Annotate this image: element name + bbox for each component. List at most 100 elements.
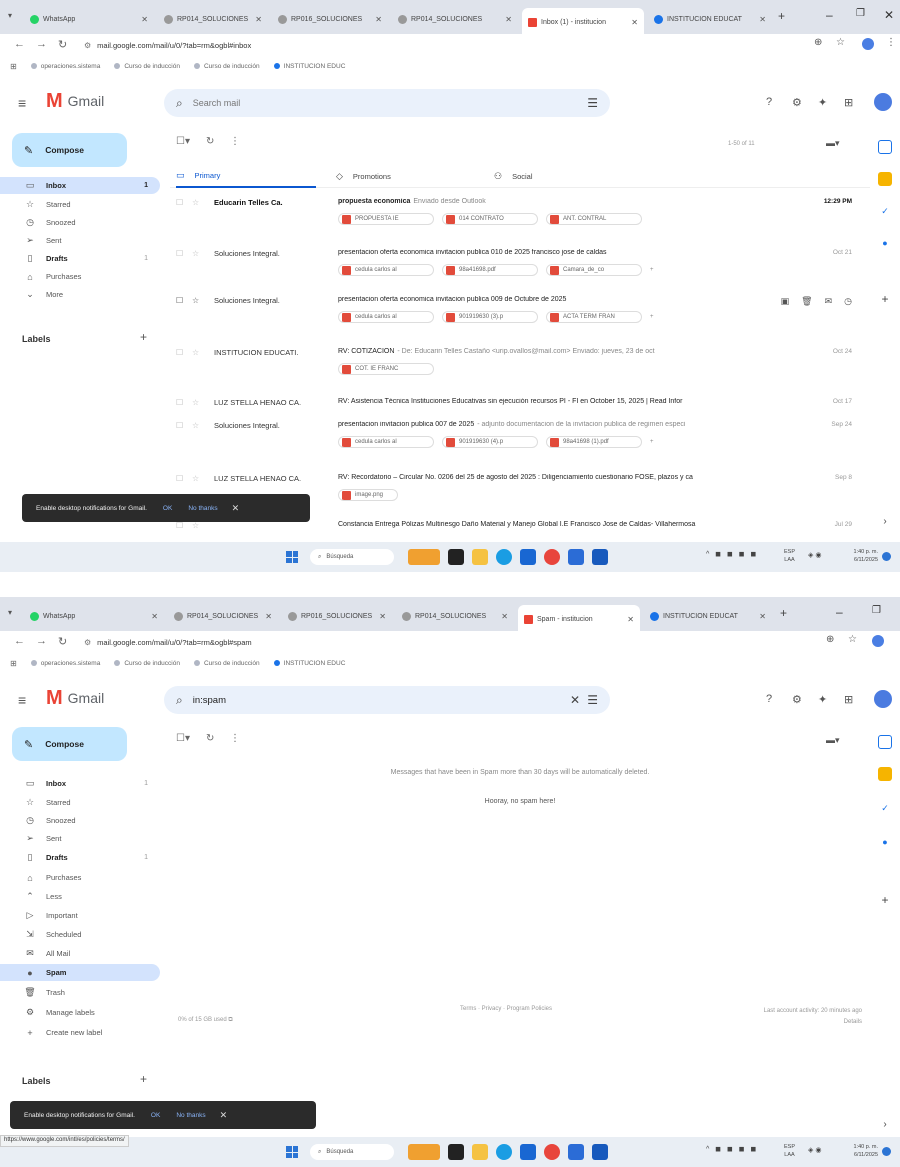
row-checkbox[interactable]: ☐ xyxy=(176,348,183,357)
nav-trash[interactable]: 🗑 Trash xyxy=(0,984,160,1001)
nav-less[interactable]: ⌃ Less xyxy=(0,888,160,905)
main-menu-icon[interactable]: ≡ xyxy=(18,95,26,111)
attachment-chip[interactable]: 98a41698.pdf xyxy=(442,264,538,276)
calendar-icon[interactable] xyxy=(878,140,892,154)
attachment-chip[interactable]: ACTA TERM FRAN xyxy=(546,311,642,323)
profile-avatar[interactable] xyxy=(862,38,874,50)
browser-tab[interactable]: INSTITUCION EDUCAT ✕ xyxy=(648,10,772,28)
forward-arrow-icon[interactable]: → xyxy=(36,635,47,647)
browser-tab[interactable]: RP014_SOLUCIONES ✕ xyxy=(158,10,268,28)
email-row-hovered[interactable]: ☐ ☆ Soluciones Integral. presentacion ofe… xyxy=(170,296,860,336)
extension-icon[interactable]: ⊕ xyxy=(814,37,822,48)
chrome-icon[interactable] xyxy=(544,1144,560,1160)
bookmark-star-icon[interactable]: ☆ xyxy=(836,37,845,48)
browser-tab[interactable]: RP014_SOLUCIONES ✕ xyxy=(396,607,514,625)
row-checkbox[interactable]: ☐ xyxy=(176,521,183,530)
search-options-icon[interactable]: ☰ xyxy=(587,96,598,110)
minimize-icon[interactable]: – xyxy=(836,605,843,619)
edge-icon[interactable] xyxy=(496,1144,512,1160)
keep-icon[interactable] xyxy=(878,767,892,781)
tasks-icon[interactable]: ✓ xyxy=(878,801,892,815)
search-bar[interactable]: ⌕ in:spam ✕ ☰ xyxy=(164,686,610,714)
browser-tab[interactable]: INSTITUCION EDUCAT ✕ xyxy=(644,607,772,625)
nav-drafts[interactable]: ▯ Drafts 1 xyxy=(0,250,160,267)
attachment-chip[interactable]: 98a41698 (1).pdf xyxy=(546,436,642,448)
wifi-volume-icon[interactable]: ◈ ◉ xyxy=(808,1146,821,1154)
close-icon[interactable]: ✕ xyxy=(151,612,164,621)
settings-gear-icon[interactable]: ⚙ xyxy=(792,693,802,706)
nav-more[interactable]: ⌄ More xyxy=(0,286,160,303)
toast-no-thanks-button[interactable]: No thanks xyxy=(176,1112,205,1119)
profile-avatar[interactable] xyxy=(872,635,884,647)
keyboard-input-icon[interactable]: ▬▾ xyxy=(826,138,840,149)
close-icon[interactable]: ✕ xyxy=(232,503,240,514)
system-tray-icons[interactable]: ^ ◼ ◼ ◼ ◼ xyxy=(706,1145,758,1153)
row-checkbox[interactable]: ☐ xyxy=(176,421,183,430)
tab-promotions[interactable]: ◇ Promotions xyxy=(336,164,476,188)
select-all-checkbox[interactable]: ☐▾ xyxy=(176,136,190,147)
word-icon[interactable] xyxy=(592,1144,608,1160)
nav-drafts[interactable]: ▯ Drafts 1 xyxy=(0,849,160,866)
snooze-icon[interactable]: ◷ xyxy=(844,296,852,307)
attachment-chip[interactable]: image.png xyxy=(338,489,398,501)
taskbar-search[interactable]: ⌕ Búsqueda xyxy=(310,1144,394,1160)
language-indicator[interactable]: ESP LAA xyxy=(784,1143,795,1159)
nav-purchases[interactable]: ⌂ Purchases xyxy=(0,869,160,886)
tasks-icon[interactable]: ✓ xyxy=(878,204,892,218)
app-icon[interactable] xyxy=(520,1144,536,1160)
bookmark-item[interactable]: Curso de inducción xyxy=(114,660,180,667)
close-window-icon[interactable]: ✕ xyxy=(884,8,894,22)
wifi-volume-icon[interactable]: ◈ ◉ xyxy=(808,551,821,559)
attachment-chip[interactable]: cedula carlos al xyxy=(338,436,434,448)
add-label-icon[interactable]: + xyxy=(140,330,147,344)
address-bar[interactable]: ⚙ mail.google.com/mail/u/0/?tab=rm&ogbl#s… xyxy=(84,634,252,650)
contacts-icon[interactable]: ● xyxy=(878,236,892,250)
nav-inbox[interactable]: ▭ Inbox 1 xyxy=(0,775,160,792)
more-attachments[interactable]: + xyxy=(650,436,654,448)
bookmark-item[interactable]: Curso de inducción xyxy=(193,63,260,70)
browser-tab[interactable]: WhatsApp ✕ xyxy=(24,10,154,28)
row-checkbox[interactable]: ☐ xyxy=(176,198,183,207)
browser-tab-active[interactable]: Inbox (1) - institucion ✕ xyxy=(522,8,644,34)
minimize-icon[interactable]: – xyxy=(826,8,833,22)
row-checkbox[interactable]: ☐ xyxy=(176,296,183,305)
system-tray-icons[interactable]: ^ ◼ ◼ ◼ ◼ xyxy=(706,550,758,558)
star-icon[interactable]: ☆ xyxy=(192,421,199,430)
site-settings-icon[interactable]: ⚙ xyxy=(84,41,91,50)
email-row[interactable]: ☐ ☆ Soluciones Integral. presentacion inv… xyxy=(170,421,860,461)
attachment-chip[interactable]: 901919630 (3).p xyxy=(442,311,538,323)
email-row[interactable]: ☐ ☆ LUZ STELLA HENAO CA. RV: Asistencia T… xyxy=(170,398,860,414)
toast-ok-button[interactable]: OK xyxy=(151,1112,160,1119)
calendar-icon[interactable] xyxy=(878,735,892,749)
external-link-icon[interactable]: ⧉ xyxy=(228,1017,232,1023)
windows-start-icon[interactable] xyxy=(286,551,298,563)
browser-tab[interactable]: RP014_SOLUCIONES ✕ xyxy=(392,10,518,28)
tab-search-icon[interactable]: ▾ xyxy=(8,11,12,20)
details-link[interactable]: Details xyxy=(844,1019,862,1025)
gmail-logo[interactable]: M Gmail xyxy=(46,91,104,111)
star-icon[interactable]: ☆ xyxy=(192,348,199,357)
toast-no-thanks-button[interactable]: No thanks xyxy=(188,505,217,512)
attachment-chip[interactable]: cedula carlos al xyxy=(338,311,434,323)
notification-icon[interactable] xyxy=(882,552,891,561)
browser-tab[interactable]: RP016_SOLUCIONES ✕ xyxy=(282,607,392,625)
email-row[interactable]: ☐ ☆ INSTITUCION EDUCATI. RV: COTIZACION - … xyxy=(170,348,860,388)
email-row[interactable]: ☐ ☆ Constancia Entrega Pólizas Multiriesg… xyxy=(170,521,860,537)
footer-links[interactable]: Terms · Privacy · Program Policies xyxy=(460,1006,552,1012)
attachment-chip[interactable]: ANT. CONTRAL xyxy=(546,213,642,225)
attachment-chip[interactable]: Camara_de_co xyxy=(546,264,642,276)
taskbar-clock[interactable]: 1:40 p. m. 6/11/2025 xyxy=(838,1143,878,1159)
browser-menu-icon[interactable]: ⋮ xyxy=(886,37,896,48)
maximize-icon[interactable]: ❐ xyxy=(872,605,881,616)
close-icon[interactable]: ✕ xyxy=(220,1110,228,1121)
star-icon[interactable]: ☆ xyxy=(192,249,199,258)
close-icon[interactable]: ✕ xyxy=(375,15,388,24)
bookmark-star-icon[interactable]: ☆ xyxy=(848,634,857,645)
browser-tab[interactable]: RP014_SOLUCIONES ✕ xyxy=(168,607,278,625)
browser-tab-active[interactable]: Spam - institucion ✕ xyxy=(518,605,640,631)
settings-gear-icon[interactable]: ⚙ xyxy=(792,96,802,109)
row-checkbox[interactable]: ☐ xyxy=(176,249,183,258)
nav-create-label[interactable]: + Create new label xyxy=(0,1024,160,1041)
more-attachments[interactable]: + xyxy=(650,311,654,323)
chrome-icon[interactable] xyxy=(544,549,560,565)
